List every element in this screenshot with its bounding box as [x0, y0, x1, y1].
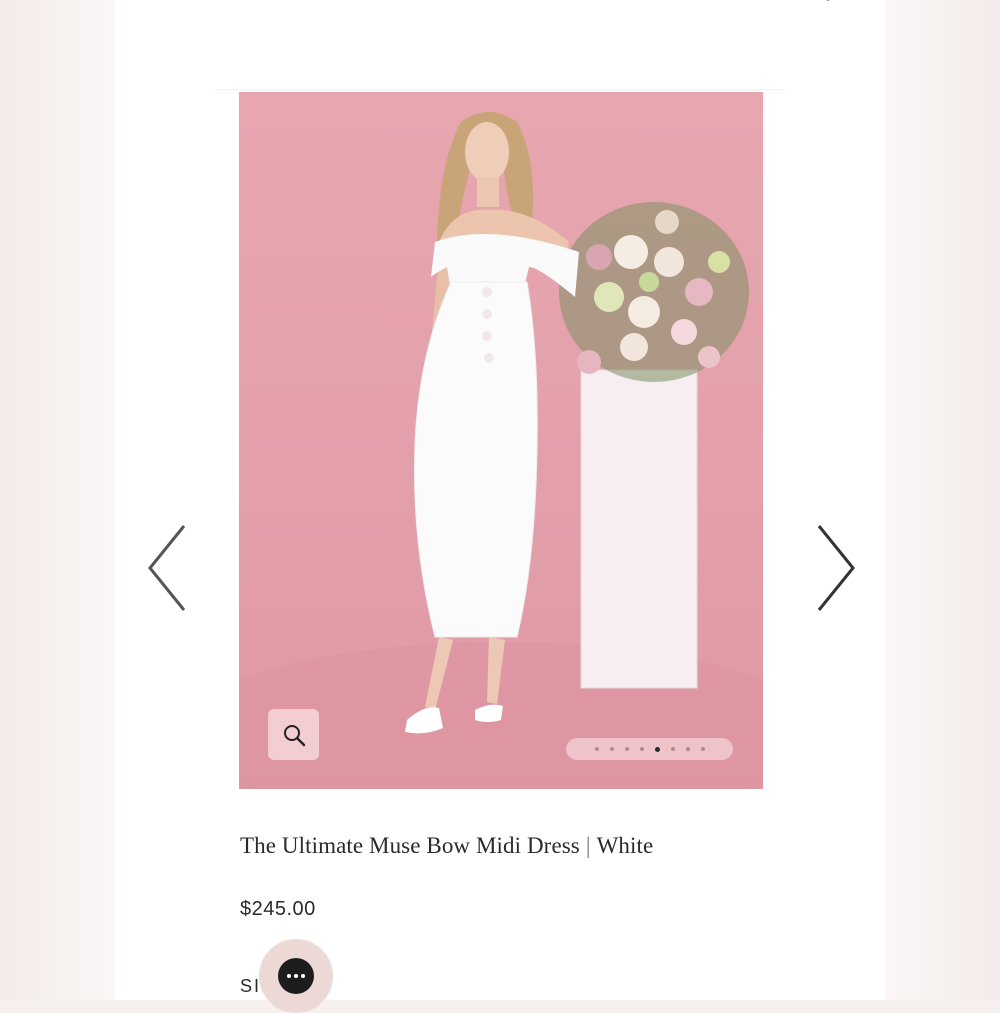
chevron-right-icon[interactable]	[813, 522, 857, 614]
gallery-dot-2[interactable]	[609, 747, 614, 751]
close-icon[interactable]	[808, 0, 848, 6]
gallery-dot-6[interactable]	[670, 747, 675, 751]
product-photo	[239, 112, 763, 789]
chevron-left-icon[interactable]	[146, 522, 190, 614]
product-name: The Ultimate Muse Bow Midi Dress	[240, 833, 580, 858]
magnifier-icon	[283, 724, 305, 746]
size-label-start: SI	[240, 976, 262, 996]
gallery-dot-8[interactable]	[700, 747, 705, 751]
gallery-dot-1[interactable]	[594, 747, 599, 751]
title-separator: |	[585, 833, 591, 858]
product-image-gallery[interactable]	[239, 92, 763, 789]
flower-bouquet	[559, 202, 749, 382]
header-divider	[215, 89, 785, 90]
gallery-pagination	[566, 738, 733, 760]
chat-button[interactable]	[259, 939, 333, 1013]
backdrop-left	[0, 0, 115, 1000]
zoom-button[interactable]	[268, 709, 319, 760]
gallery-dot-7[interactable]	[685, 747, 690, 751]
gallery-dot-4[interactable]	[639, 747, 644, 751]
product-variant: White	[596, 833, 654, 858]
backdrop-right	[885, 0, 1000, 1000]
gallery-dot-5[interactable]	[654, 746, 660, 752]
product-price: $245.00	[240, 898, 316, 920]
gallery-dot-3[interactable]	[624, 747, 629, 751]
product-title: The Ultimate Muse Bow Midi Dress | White	[240, 833, 653, 859]
chat-bubble-icon	[278, 958, 314, 994]
